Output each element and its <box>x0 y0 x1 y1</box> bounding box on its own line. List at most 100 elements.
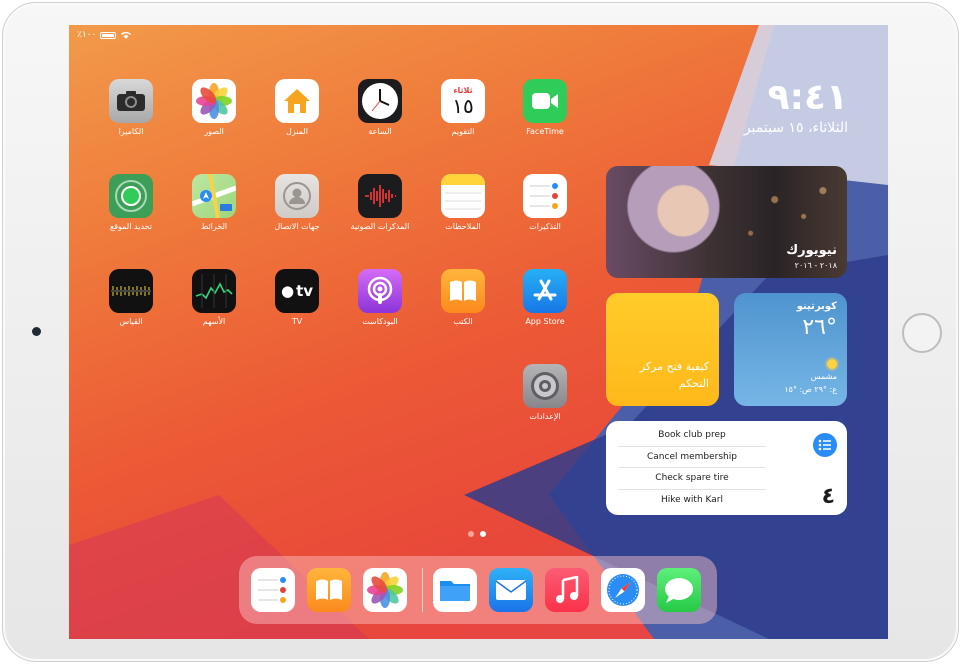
clock-date: الثلاثاء، ١٥ سبتمبر <box>743 120 848 136</box>
weather-temperature: °٢٦ <box>802 315 837 340</box>
tv-icon-text: tv <box>296 282 314 300</box>
calendar-day: ١٥ <box>452 93 474 118</box>
mail-icon[interactable] <box>489 568 533 612</box>
weather-range: ع: °٢٩ ص: °١٥ <box>784 385 837 394</box>
reminder-item[interactable]: Cancel membership <box>618 447 766 468</box>
app-label: الخرائط <box>200 222 228 231</box>
app-label: الملاحظات <box>445 222 481 231</box>
reminder-item[interactable]: Book club prep <box>618 425 766 447</box>
photos-icon[interactable] <box>363 568 407 612</box>
find-my-icon <box>109 174 153 218</box>
weather-condition: مشمس <box>810 372 837 381</box>
reminders-list: Book club prep Cancel membership Check s… <box>618 425 766 511</box>
clock-icon <box>358 79 402 123</box>
app-store-icon <box>523 269 567 313</box>
messages-icon[interactable] <box>657 568 701 612</box>
tips-widget[interactable]: كيفية فتح مركز التحكم <box>606 293 719 406</box>
app-facetime[interactable]: FaceTime <box>513 79 577 136</box>
dock-separator <box>422 568 423 612</box>
reminders-count: ٤ <box>821 484 835 509</box>
weather-city: كوبرتينو <box>796 301 837 312</box>
app-maps[interactable]: الخرائط <box>182 174 246 231</box>
list-icon <box>813 433 837 457</box>
reminder-item[interactable]: Hike with Karl <box>618 490 766 512</box>
app-notes[interactable]: الملاحظات <box>431 174 495 231</box>
app-label: تحديد الموقع <box>109 222 153 231</box>
app-label: المنزل <box>286 127 308 136</box>
photo-widget-title: نيويورك <box>786 243 837 258</box>
app-label: الصور <box>204 127 224 136</box>
sun-icon <box>827 359 837 369</box>
app-calendar[interactable]: ثلاثاء ١٥ التقويم <box>431 79 495 136</box>
app-photos[interactable]: الصور <box>182 79 246 136</box>
wifi-icon <box>121 31 132 39</box>
app-books[interactable]: الكتب <box>431 269 495 326</box>
reminder-item[interactable]: Check spare tire <box>618 468 766 490</box>
app-measure[interactable]: القياس <box>99 269 163 326</box>
app-app-store[interactable]: App Store <box>513 269 577 326</box>
reminders-icon[interactable] <box>251 568 295 612</box>
calendar-icon: ثلاثاء ١٥ <box>441 79 485 123</box>
reminders-icon <box>523 174 567 218</box>
app-reminders[interactable]: التذكيرات <box>513 174 577 231</box>
app-label: المذكرات الصوتية <box>350 222 410 231</box>
page-indicator[interactable] <box>468 531 486 537</box>
photos-widget[interactable]: نيويورك ٢٠١٨ - ٢٠١٦ <box>606 166 847 278</box>
photos-icon <box>192 79 236 123</box>
measure-icon <box>109 269 153 313</box>
app-label: التذكيرات <box>529 222 561 231</box>
app-label: الإعدادات <box>529 412 561 421</box>
front-camera <box>32 327 41 336</box>
podcasts-icon <box>358 269 402 313</box>
clock-time: ٩:٤١ <box>767 77 848 118</box>
app-find-my[interactable]: تحديد الموقع <box>99 174 163 231</box>
app-label: App Store <box>525 317 565 326</box>
home-screen: ٪١٠٠ ٩:٤١ الثلاثاء، ١٥ سبتمبر FaceTime ث… <box>69 25 888 639</box>
app-label: الكاميرا <box>118 127 144 136</box>
home-icon <box>275 79 319 123</box>
app-stocks[interactable]: الأسهم <box>182 269 246 326</box>
contacts-icon <box>275 174 319 218</box>
app-label: الكتب <box>453 317 473 326</box>
app-settings[interactable]: الإعدادات <box>513 364 577 421</box>
app-label: الساعة <box>368 127 392 136</box>
app-clock[interactable]: الساعة <box>348 79 412 136</box>
notes-icon <box>441 174 485 218</box>
app-label: الأسهم <box>202 317 226 326</box>
weather-widget[interactable]: كوبرتينو °٢٦ مشمس ع: °٢٩ ص: °١٥ <box>734 293 847 406</box>
app-tv[interactable]: ● tv TV <box>265 269 329 326</box>
app-voice-memos[interactable]: المذكرات الصوتية <box>348 174 412 231</box>
voice-memos-icon <box>358 174 402 218</box>
music-icon[interactable] <box>545 568 589 612</box>
app-label: البودكاست <box>362 317 398 326</box>
tv-icon: ● tv <box>275 269 319 313</box>
facetime-icon <box>523 79 567 123</box>
app-label: FaceTime <box>526 127 564 136</box>
status-bar: ٪١٠٠ <box>77 28 132 42</box>
stocks-icon <box>192 269 236 313</box>
books-icon <box>441 269 485 313</box>
files-icon[interactable] <box>433 568 477 612</box>
tips-widget-text: كيفية فتح مركز التحكم <box>639 360 709 390</box>
app-label: TV <box>291 317 303 326</box>
books-icon[interactable] <box>307 568 351 612</box>
maps-icon <box>192 174 236 218</box>
reminders-widget[interactable]: Book club prep Cancel membership Check s… <box>606 421 847 515</box>
page-dot-active[interactable] <box>480 531 486 537</box>
battery-percentage: ٪١٠٠ <box>77 30 97 40</box>
home-button[interactable] <box>902 313 942 353</box>
photo-widget-date: ٢٠١٨ - ٢٠١٦ <box>794 261 837 270</box>
app-label: جهات الاتصال <box>274 222 320 231</box>
app-home[interactable]: المنزل <box>265 79 329 136</box>
settings-icon <box>523 364 567 408</box>
camera-icon <box>109 79 153 123</box>
safari-icon[interactable] <box>601 568 645 612</box>
app-label: القياس <box>119 317 143 326</box>
app-contacts[interactable]: جهات الاتصال <box>265 174 329 231</box>
app-podcasts[interactable]: البودكاست <box>348 269 412 326</box>
app-camera[interactable]: الكاميرا <box>99 79 163 136</box>
dock <box>239 556 717 624</box>
app-label: التقويم <box>451 127 475 136</box>
page-dot[interactable] <box>468 531 474 537</box>
apple-logo-icon: ● <box>280 282 295 300</box>
